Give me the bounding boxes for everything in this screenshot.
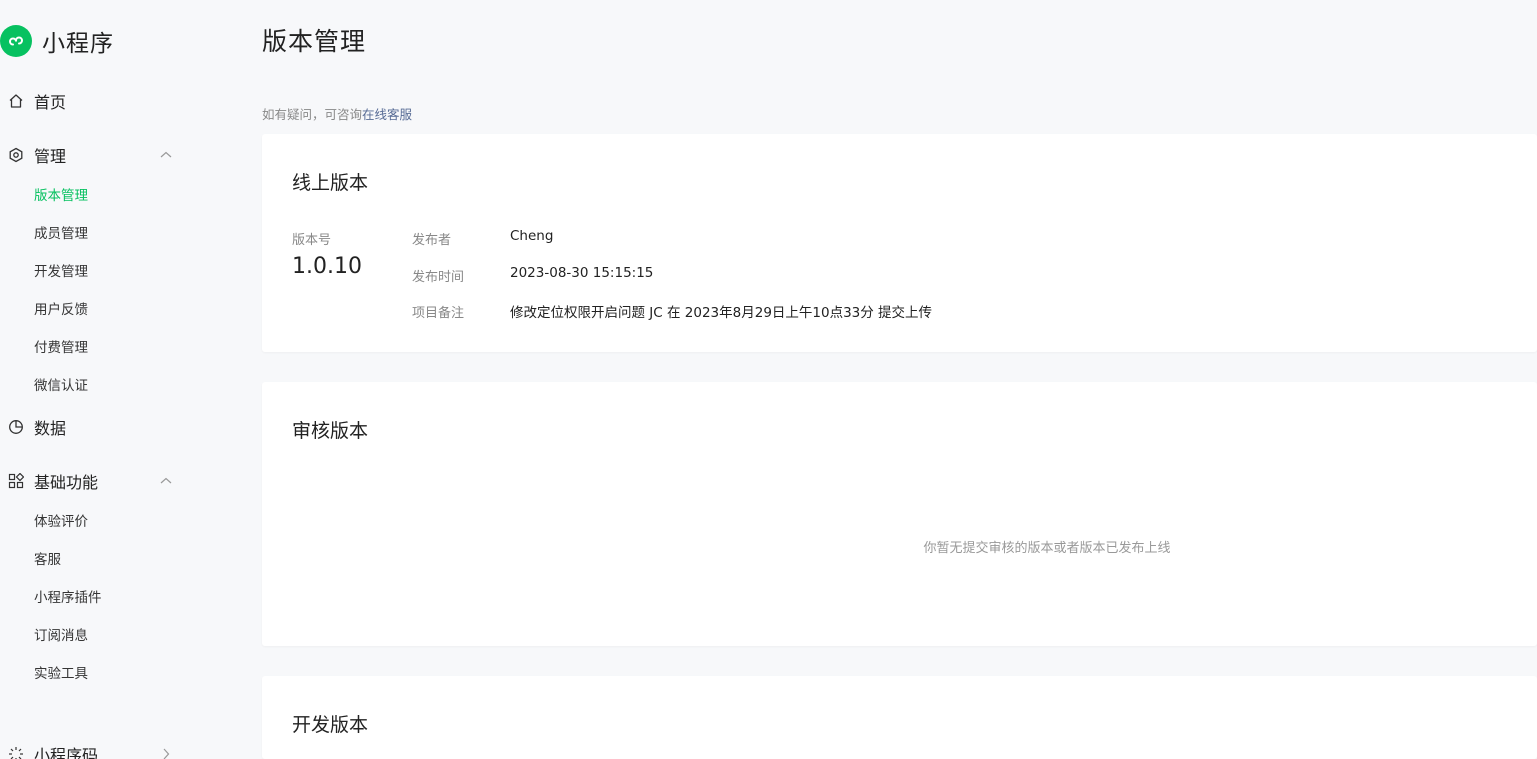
sidebar-item-member-manage[interactable]: 成员管理 [34,224,88,244]
sidebar-item-data[interactable]: 数据 [0,413,232,441]
version-number: 1.0.10 [292,254,362,279]
qrcode-icon [7,745,25,759]
mini-program-logo-icon [0,25,32,57]
dev-version-card: 开发版本 [262,676,1537,759]
sidebar-group-basic[interactable]: 基础功能 [0,467,232,495]
sidebar-item-label: 数据 [34,419,67,438]
chevron-right-icon [163,748,170,759]
sidebar-item-label: 首页 [34,93,67,112]
sidebar-item-home[interactable]: 首页 [0,87,232,115]
sidebar-item-version-manage[interactable]: 版本管理 [34,186,88,206]
project-note-label: 项目备注 [412,306,465,321]
chevron-up-icon [160,151,172,158]
review-empty-text: 你暂无提交审核的版本或者版本已发布上线 [923,541,1171,556]
sidebar-item-customer-service[interactable]: 客服 [34,550,61,570]
page-title: 版本管理 [262,27,367,56]
review-version-card: 审核版本 你暂无提交审核的版本或者版本已发布上线 [262,382,1537,646]
sidebar-item-plugins[interactable]: 小程序插件 [34,588,102,608]
sidebar-item-user-feedback[interactable]: 用户反馈 [34,300,88,320]
sidebar-item-label: 基础功能 [34,473,99,492]
sidebar-item-dev-manage[interactable]: 开发管理 [34,262,88,282]
brand[interactable]: 小程序 [0,24,114,58]
chevron-up-icon [160,477,172,484]
help-text: 如有疑问，可咨询在线客服 [262,104,412,123]
hexagon-gear-icon [7,146,25,164]
publisher-label: 发布者 [412,233,452,248]
sidebar-item-label: 管理 [34,147,67,166]
home-icon [7,92,25,110]
sidebar-item-payment-manage[interactable]: 付费管理 [34,338,88,358]
online-service-link[interactable]: 在线客服 [362,107,412,122]
review-version-title: 审核版本 [292,420,369,442]
brand-name: 小程序 [42,31,114,57]
help-prefix: 如有疑问，可咨询 [262,107,363,122]
sidebar-item-qrcode[interactable]: 小程序码 [0,740,232,759]
dev-version-title: 开发版本 [292,714,369,736]
publisher-value: Cheng [510,228,554,244]
sidebar-item-wechat-verify[interactable]: 微信认证 [34,376,88,396]
pie-chart-icon [7,418,25,436]
online-version-card: 线上版本 版本号 1.0.10 发布者 Cheng 发布时间 2023-08-3… [262,134,1537,352]
sidebar-item-lab-tools[interactable]: 实验工具 [34,664,88,684]
sidebar-item-experience-rating[interactable]: 体验评价 [34,512,88,532]
sidebar-item-subscribe-msg[interactable]: 订阅消息 [34,626,88,646]
sidebar-group-manage[interactable]: 管理 [0,141,232,169]
online-version-title: 线上版本 [292,172,369,194]
publish-time-value: 2023-08-30 15:15:15 [510,265,654,281]
project-note-value: 修改定位权限开启问题 JC 在 2023年8月29日上午10点33分 提交上传 [510,305,933,321]
sidebar-item-label: 小程序码 [34,746,99,759]
apps-grid-icon [7,472,25,490]
publish-time-label: 发布时间 [412,270,465,285]
version-label: 版本号 [292,233,332,248]
sidebar: 小程序 首页 管理 版本管理 成员管理 开发管理 用户反馈 付费管理 微信认证 … [0,0,232,759]
